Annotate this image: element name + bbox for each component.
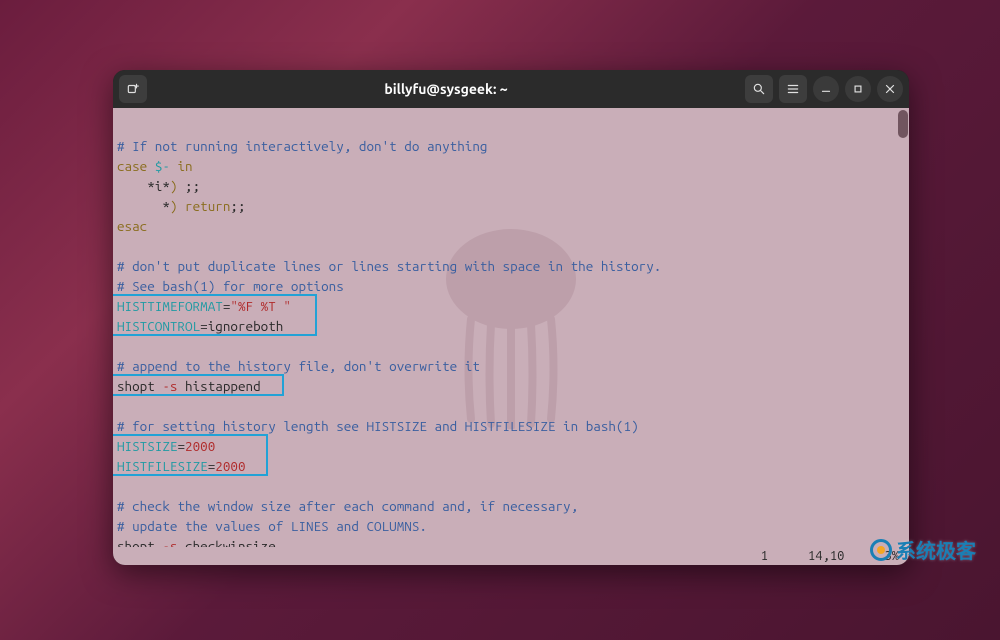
new-tab-button[interactable] — [119, 75, 147, 103]
search-icon — [752, 82, 766, 96]
scrollbar[interactable] — [897, 108, 909, 547]
code-line: # check the window size after each comma… — [117, 498, 578, 514]
code-line: esac — [117, 218, 147, 234]
terminal-content[interactable]: # If not running interactively, don't do… — [113, 108, 909, 547]
code-line: # for setting history length see HISTSIZ… — [117, 418, 639, 434]
vim-statusbar: 1 14,10 3% — [113, 547, 909, 565]
code-line: # See bash(1) for more options — [117, 278, 344, 294]
new-tab-icon — [126, 82, 140, 96]
watermark-logo-icon — [870, 539, 892, 561]
minimize-button[interactable] — [813, 76, 839, 102]
maximize-icon — [851, 82, 865, 96]
status-cursor-pos: 14,10 — [788, 549, 864, 563]
code-line: # don't put duplicate lines or lines sta… — [117, 258, 661, 274]
minimize-icon — [819, 82, 833, 96]
titlebar: billyfu@sysgeek: ~ — [113, 70, 909, 108]
menu-button[interactable] — [779, 75, 807, 103]
scrollbar-thumb[interactable] — [898, 110, 908, 138]
code-line: # update the values of LINES and COLUMNS… — [117, 518, 427, 534]
maximize-button[interactable] — [845, 76, 871, 102]
window-title: billyfu@sysgeek: ~ — [147, 81, 745, 97]
close-icon — [883, 82, 897, 96]
terminal-window: billyfu@sysgeek: ~ # If not running i — [113, 70, 909, 565]
close-button[interactable] — [877, 76, 903, 102]
watermark: 系统极客 — [870, 535, 976, 564]
status-count: 1 — [741, 549, 788, 563]
hamburger-icon — [786, 82, 800, 96]
code-line: case — [117, 158, 147, 174]
code-line: # If not running interactively, don't do… — [117, 138, 487, 154]
search-button[interactable] — [745, 75, 773, 103]
editor-text: # If not running interactively, don't do… — [117, 116, 905, 547]
watermark-text: 系统极客 — [896, 535, 976, 564]
code-line: # append to the history file, don't over… — [117, 358, 480, 374]
